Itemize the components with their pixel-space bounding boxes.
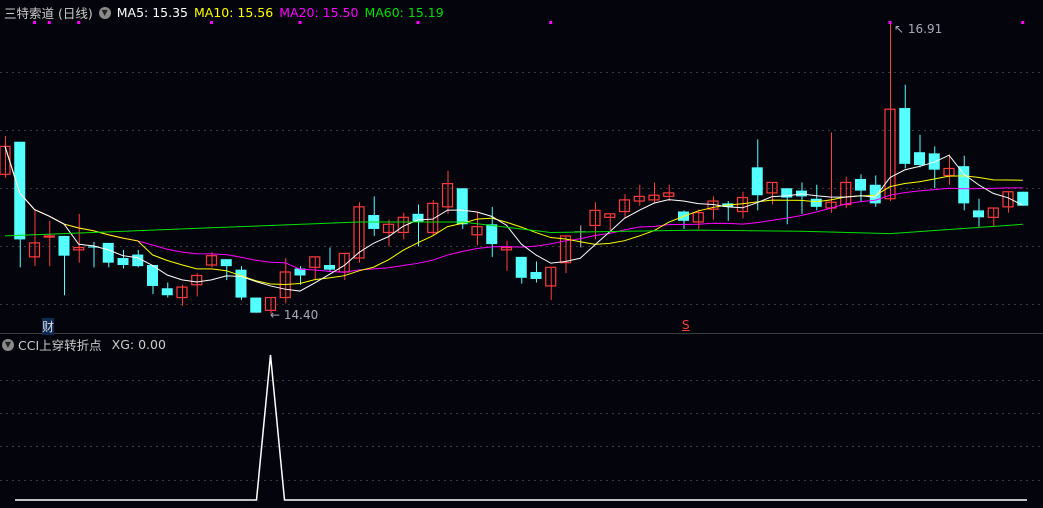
signal-marker — [888, 21, 892, 24]
ma10-line — [4, 146, 1023, 286]
candle-body — [751, 167, 763, 196]
high-label: ↖ 16.91 — [894, 22, 943, 36]
ma20-value: MA20: 15.50 — [279, 5, 359, 20]
candle-body — [161, 288, 173, 296]
candle-body — [928, 153, 940, 170]
candle-body — [58, 235, 70, 256]
ma60-line — [4, 221, 1023, 237]
chart-header: 三特索道 (日线) ▼ MA5: 15.35 MA10: 15.56 MA20:… — [4, 3, 444, 22]
signal-marker — [1021, 21, 1025, 24]
candle-body — [515, 256, 527, 278]
candle-body — [220, 259, 232, 267]
s-marker[interactable]: S — [682, 318, 690, 332]
ma5-line — [4, 146, 1023, 292]
price-chart[interactable] — [0, 0, 1043, 508]
candle-body — [855, 178, 866, 191]
candle-body — [117, 258, 129, 265]
candle-body — [43, 235, 55, 238]
ma10-value: MA10: 15.56 — [194, 5, 274, 20]
candle-body — [914, 152, 925, 165]
ma5-value: MA5: 15.35 — [116, 5, 188, 20]
low-value: 14.40 — [283, 308, 319, 322]
chevron-down-icon[interactable]: ▼ — [98, 6, 111, 19]
high-value: 16.91 — [907, 22, 943, 36]
candle-body — [14, 141, 26, 240]
candle-body — [899, 108, 911, 164]
candle-body — [973, 210, 984, 218]
xg-signal-line — [15, 354, 1027, 501]
stock-title: 三特索道 (日线) — [4, 6, 93, 21]
indicator-header: ▼ CCI上穿转折点 XG: 0.00 — [2, 335, 166, 354]
financial-marker[interactable]: 财 — [42, 318, 55, 335]
candle-body — [250, 297, 262, 313]
low-label: ← 14.40 — [270, 308, 319, 322]
ma60-value: MA60: 15.19 — [364, 5, 444, 20]
candle-body — [486, 224, 498, 245]
signal-marker — [549, 21, 553, 24]
candle-body — [412, 213, 424, 222]
candle-body — [235, 269, 247, 298]
candle-body — [530, 271, 542, 279]
ma20-line — [4, 146, 1023, 273]
indicator-title: CCI上穿转折点 — [18, 338, 102, 353]
panel-divider[interactable] — [0, 333, 1043, 334]
candle-body — [324, 265, 335, 270]
candle-body — [958, 166, 970, 204]
xg-value: XG: 0.00 — [111, 337, 166, 352]
chevron-down-icon[interactable]: ▼ — [2, 338, 14, 351]
candle-body — [102, 242, 114, 263]
candle-body — [810, 198, 822, 207]
candle-body — [456, 188, 468, 225]
